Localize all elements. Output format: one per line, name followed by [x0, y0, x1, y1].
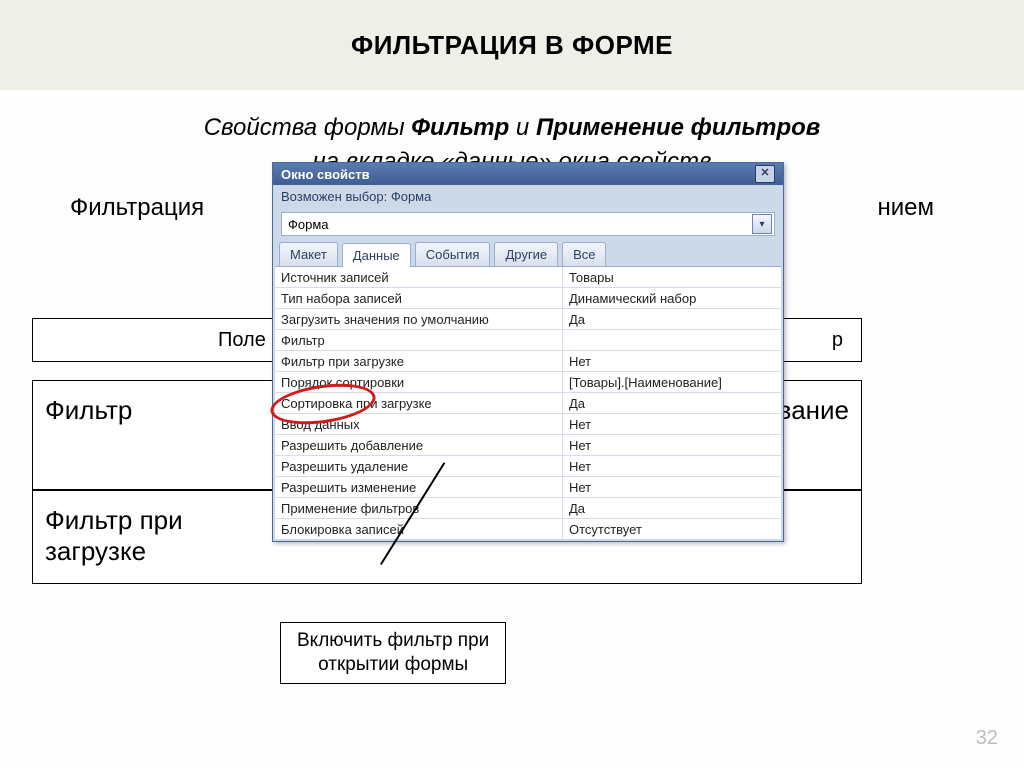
tab-все[interactable]: Все	[562, 242, 606, 266]
callout-text-line2: открытии формы	[297, 653, 489, 677]
property-key: Загрузить значения по умолчанию	[275, 309, 563, 329]
chevron-down-icon[interactable]: ▾	[752, 214, 772, 234]
property-value[interactable]: Да	[563, 312, 781, 327]
property-key: Порядок сортировки	[275, 372, 563, 392]
property-key: Блокировка записей	[275, 519, 563, 539]
property-key: Фильтр	[275, 330, 563, 350]
bg-row-label: Фильтр при загрузке	[45, 505, 265, 567]
intro-text-left: Фильтрация	[70, 194, 204, 222]
property-row[interactable]: Фильтр при загрузкеНет	[275, 351, 781, 372]
property-row[interactable]: Источник записейТовары	[275, 267, 781, 288]
property-row[interactable]: Разрешить удалениеНет	[275, 456, 781, 477]
property-value[interactable]: Да	[563, 501, 781, 516]
bg-header-cell: Поле	[218, 329, 266, 352]
combo-value: Форма	[288, 217, 329, 232]
intro-line-1: Свойства формы Фильтр и Применение фильт…	[0, 114, 1024, 142]
tab-другие[interactable]: Другие	[494, 242, 558, 266]
property-value[interactable]: Нет	[563, 417, 781, 432]
slide-title: ФИЛЬТРАЦИЯ В ФОРМЕ	[351, 30, 673, 61]
bg-row-label: Фильтр	[45, 395, 132, 426]
property-row[interactable]: Ввод данныхНет	[275, 414, 781, 435]
window-titlebar[interactable]: Окно свойств ✕	[273, 163, 783, 185]
property-row[interactable]: Разрешить изменениеНет	[275, 477, 781, 498]
property-value[interactable]: Динамический набор	[563, 291, 781, 306]
bg-row-right: вание	[778, 395, 849, 426]
property-row[interactable]: Сортировка при загрузкеДа	[275, 393, 781, 414]
property-key: Разрешить удаление	[275, 456, 563, 476]
property-row[interactable]: Блокировка записейОтсутствует	[275, 519, 781, 539]
property-row[interactable]: Тип набора записейДинамический набор	[275, 288, 781, 309]
object-selector-combo[interactable]: Форма ▾	[281, 212, 775, 236]
page-number: 32	[976, 727, 998, 750]
tab-события[interactable]: События	[415, 242, 491, 266]
intro-bold-apply-filters: Применение фильтров	[536, 114, 820, 141]
property-value[interactable]: Нет	[563, 438, 781, 453]
intro-bold-filter: Фильтр	[411, 114, 509, 141]
property-key: Разрешить изменение	[275, 477, 563, 497]
window-title: Окно свойств	[281, 167, 370, 182]
property-value[interactable]: Нет	[563, 459, 781, 474]
property-key: Фильтр при загрузке	[275, 351, 563, 371]
property-value[interactable]: [Товары].[Наименование]	[563, 375, 781, 390]
tab-данные[interactable]: Данные	[342, 243, 411, 267]
property-row[interactable]: Фильтр	[275, 330, 781, 351]
tab-макет[interactable]: Макет	[279, 242, 338, 266]
slide-title-bar: ФИЛЬТРАЦИЯ В ФОРМЕ	[0, 0, 1024, 90]
intro-text-right: нием	[877, 194, 934, 222]
property-key: Тип набора записей	[275, 288, 563, 308]
property-row[interactable]: Разрешить добавлениеНет	[275, 435, 781, 456]
close-icon[interactable]: ✕	[755, 165, 775, 183]
properties-grid: Источник записейТоварыТип набора записей…	[275, 266, 781, 539]
callout-text-line1: Включить фильтр при	[297, 629, 489, 653]
property-value[interactable]: Нет	[563, 354, 781, 369]
tab-strip: МакетДанныеСобытияДругиеВсе	[273, 242, 783, 266]
property-key: Разрешить добавление	[275, 435, 563, 455]
bg-header-cell-right: р	[832, 329, 843, 352]
intro-text: Свойства формы	[204, 114, 412, 141]
properties-window: Окно свойств ✕ Возможен выбор: Форма Фор…	[272, 162, 784, 542]
property-key: Сортировка при загрузке	[275, 393, 563, 413]
window-subtitle: Возможен выбор: Форма	[273, 185, 783, 208]
property-key: Источник записей	[275, 267, 563, 287]
property-value[interactable]: Да	[563, 396, 781, 411]
property-value[interactable]: Нет	[563, 480, 781, 495]
property-key: Ввод данных	[275, 414, 563, 434]
property-value[interactable]: Отсутствует	[563, 522, 781, 537]
property-row[interactable]: Применение фильтровДа	[275, 498, 781, 519]
property-value[interactable]: Товары	[563, 270, 781, 285]
intro-text: и	[509, 114, 536, 141]
property-row[interactable]: Порядок сортировки[Товары].[Наименование…	[275, 372, 781, 393]
callout-box: Включить фильтр при открытии формы	[280, 622, 506, 684]
property-row[interactable]: Загрузить значения по умолчаниюДа	[275, 309, 781, 330]
